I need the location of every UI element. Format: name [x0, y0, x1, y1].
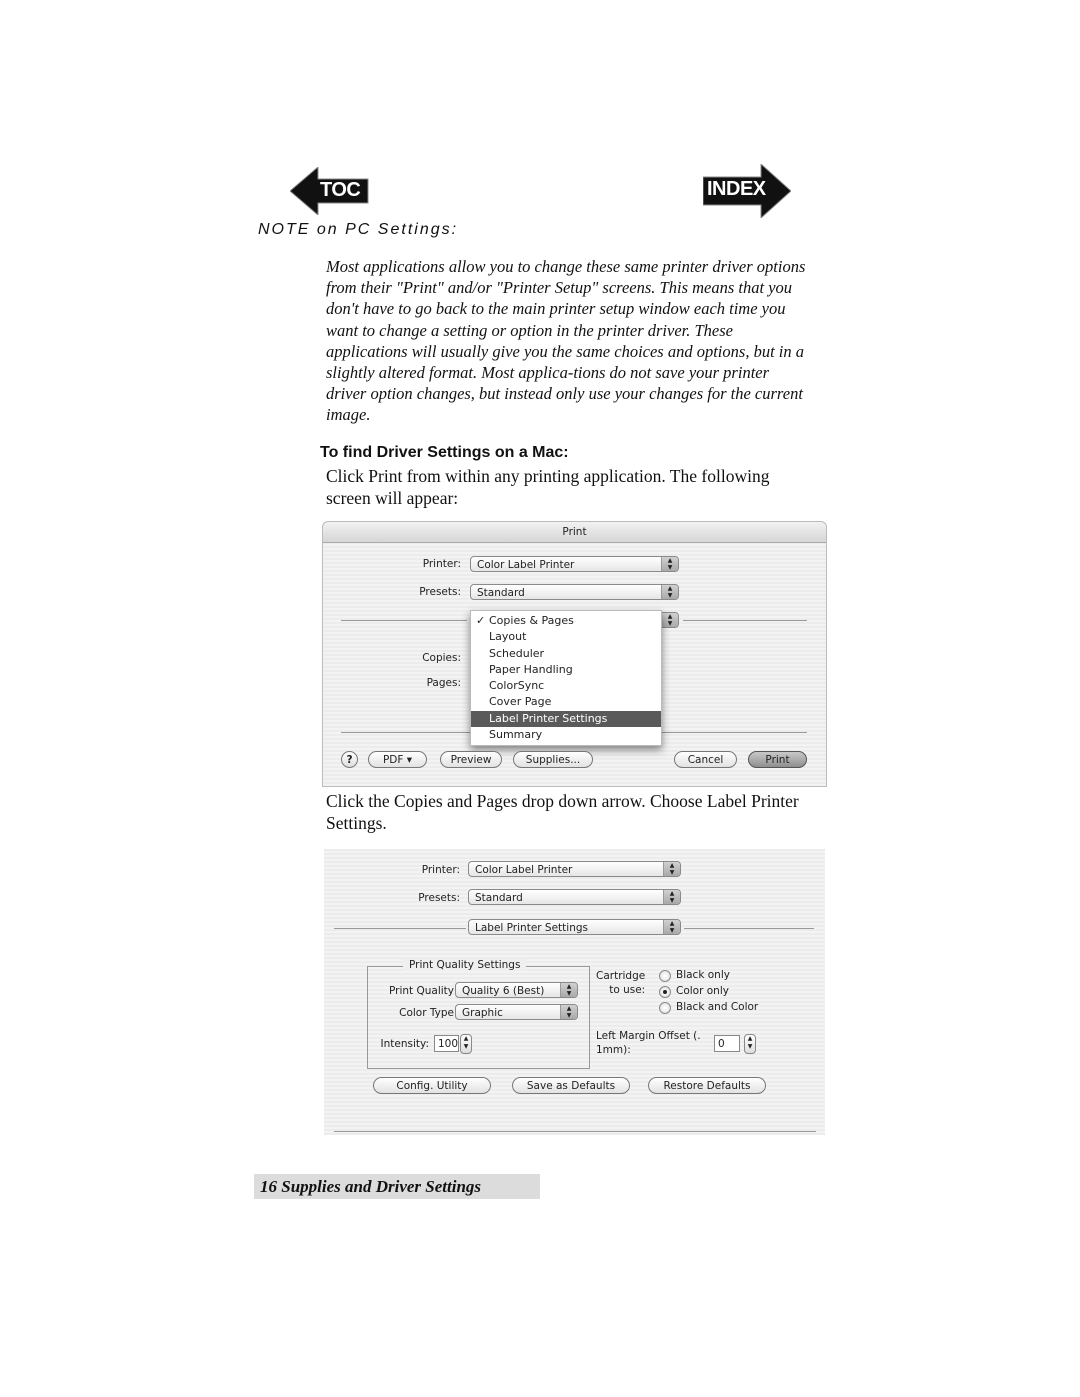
restore-defaults-button[interactable]: Restore Defaults	[648, 1077, 766, 1094]
page-footer: 16 Supplies and Driver Settings	[254, 1174, 540, 1199]
print-quality-label: Print Quality	[388, 985, 454, 997]
divider	[684, 928, 814, 929]
updown-arrows-icon: ▲ ▼	[663, 890, 680, 904]
margin-offset-input[interactable]: 0	[714, 1035, 740, 1052]
radio-black-and-color[interactable]	[659, 1002, 671, 1014]
updown-arrows-icon: ▲ ▼	[663, 920, 680, 934]
menu-item-label: Summary	[489, 728, 543, 742]
index-link[interactable]: INDEX	[703, 164, 791, 218]
margin-label-line1: Left Margin Offset (.	[596, 1030, 701, 1042]
presets-value: Standard	[475, 892, 523, 904]
divider	[341, 620, 467, 621]
cancel-button[interactable]: Cancel	[674, 751, 737, 768]
menu-item-layout[interactable]: Layout	[471, 629, 661, 645]
margin-offset-stepper[interactable]: ▲ ▼	[744, 1034, 756, 1054]
radio-black-only-label: Black only	[676, 969, 730, 981]
menu-item-label: ColorSync	[489, 679, 545, 693]
menu-item-summary[interactable]: Summary	[471, 727, 661, 743]
updown-arrows-icon: ▲ ▼	[560, 983, 577, 997]
checkmark-icon: ✓	[476, 614, 486, 627]
menu-item-label: Scheduler	[489, 646, 545, 660]
footer-text: 16 Supplies and Driver Settings	[260, 1177, 482, 1196]
help-button[interactable]: ?	[341, 751, 358, 768]
intensity-input[interactable]: 100	[434, 1035, 459, 1052]
printer-label: Printer:	[422, 558, 461, 570]
note-body: Most applications allow you to change th…	[326, 257, 806, 425]
color-type-value: Graphic	[462, 1007, 503, 1019]
menu-item-scheduler[interactable]: Scheduler	[471, 646, 661, 662]
menu-item-label-printer-settings[interactable]: Label Printer Settings	[471, 710, 661, 728]
margin-label-line2: 1mm):	[596, 1044, 631, 1056]
color-type-label: Color Type	[399, 1007, 454, 1019]
printer-label: Printer:	[421, 864, 460, 876]
presets-label: Presets:	[418, 892, 460, 904]
updown-arrows-icon: ▲ ▼	[661, 585, 678, 599]
copies-label: Copies:	[422, 652, 461, 664]
step2-text: Click the Copies and Pages drop down arr…	[326, 791, 799, 833]
preview-button[interactable]: Preview	[440, 751, 502, 768]
mac-section-heading: To find Driver Settings on a Mac:	[320, 444, 569, 461]
presets-select[interactable]: Standard ▲ ▼	[470, 584, 679, 600]
updown-arrows-icon: ▲ ▼	[560, 1005, 577, 1019]
pdf-button[interactable]: PDF ▾	[368, 751, 427, 768]
print-button[interactable]: Print	[748, 751, 807, 768]
group-title: Print Quality Settings	[403, 959, 527, 971]
menu-item-paper-handling[interactable]: Paper Handling	[471, 662, 661, 678]
intensity-label: Intensity:	[380, 1038, 429, 1050]
print-quality-value: Quality 6 (Best)	[462, 985, 545, 997]
step1-text: Click Print from within any printing app…	[326, 466, 770, 508]
label-printer-settings-dialog: Printer: Color Label Printer ▲ ▼ Presets:…	[324, 849, 825, 1135]
toc-label: TOC	[320, 179, 361, 201]
print-dialog: Print Printer: Color Label Printer ▲ ▼ Pr…	[322, 521, 827, 787]
divider	[334, 928, 466, 929]
menu-item-cover-page[interactable]: Cover Page	[471, 694, 661, 710]
menu-item-label: Label Printer Settings	[489, 711, 608, 725]
cartridge-label-line1: Cartridge	[596, 970, 646, 982]
print-dialog-title: Print	[323, 522, 826, 543]
save-as-defaults-button[interactable]: Save as Defaults	[512, 1077, 630, 1094]
updown-arrows-icon: ▲ ▼	[663, 862, 680, 876]
color-type-select[interactable]: Graphic ▲ ▼	[455, 1004, 578, 1020]
index-label: INDEX	[707, 178, 766, 200]
print-quality-select[interactable]: Quality 6 (Best) ▲ ▼	[455, 982, 578, 998]
menu-item-copies-pages[interactable]: ✓ Copies & Pages	[471, 613, 661, 629]
menu-item-colorsync[interactable]: ColorSync	[471, 678, 661, 694]
panel-select[interactable]: Label Printer Settings ▲ ▼	[468, 919, 681, 935]
presets-value: Standard	[477, 587, 525, 599]
radio-color-only[interactable]	[659, 986, 671, 998]
supplies-button[interactable]: Supplies...	[513, 751, 593, 768]
presets-label: Presets:	[419, 586, 461, 598]
intensity-stepper[interactable]: ▲ ▼	[460, 1034, 472, 1054]
menu-item-label: Paper Handling	[489, 662, 573, 676]
divider	[683, 620, 807, 621]
menu-item-label: Cover Page	[489, 695, 552, 709]
presets-select[interactable]: Standard ▲ ▼	[468, 889, 681, 905]
margin-label: Left Margin Offset (. 1mm):	[596, 1029, 701, 1057]
menu-item-label: Layout	[489, 630, 527, 644]
printer-value: Color Label Printer	[475, 864, 573, 876]
divider	[334, 1131, 816, 1132]
config-utility-button[interactable]: Config. Utility	[373, 1077, 491, 1094]
printer-value: Color Label Printer	[477, 559, 575, 571]
radio-black-and-color-label: Black and Color	[676, 1001, 759, 1013]
cartridge-label-line2: to use:	[609, 984, 646, 996]
panel-dropdown-menu: ✓ Copies & Pages Layout Scheduler Paper H…	[470, 610, 662, 747]
pages-label: Pages:	[426, 677, 461, 689]
note-heading: NOTE on PC Settings:	[258, 221, 459, 238]
updown-arrows-icon: ▲ ▼	[661, 557, 678, 571]
menu-item-label: Copies & Pages	[489, 614, 574, 627]
cartridge-label: Cartridge to use:	[596, 969, 645, 997]
radio-black-only[interactable]	[659, 970, 671, 982]
updown-arrows-icon: ▲ ▼	[661, 613, 678, 627]
toc-link[interactable]: TOC	[290, 167, 370, 215]
printer-select[interactable]: Color Label Printer ▲ ▼	[470, 556, 679, 572]
radio-color-only-label: Color only	[676, 985, 729, 997]
panel-value: Label Printer Settings	[475, 922, 588, 934]
printer-select[interactable]: Color Label Printer ▲ ▼	[468, 861, 681, 877]
